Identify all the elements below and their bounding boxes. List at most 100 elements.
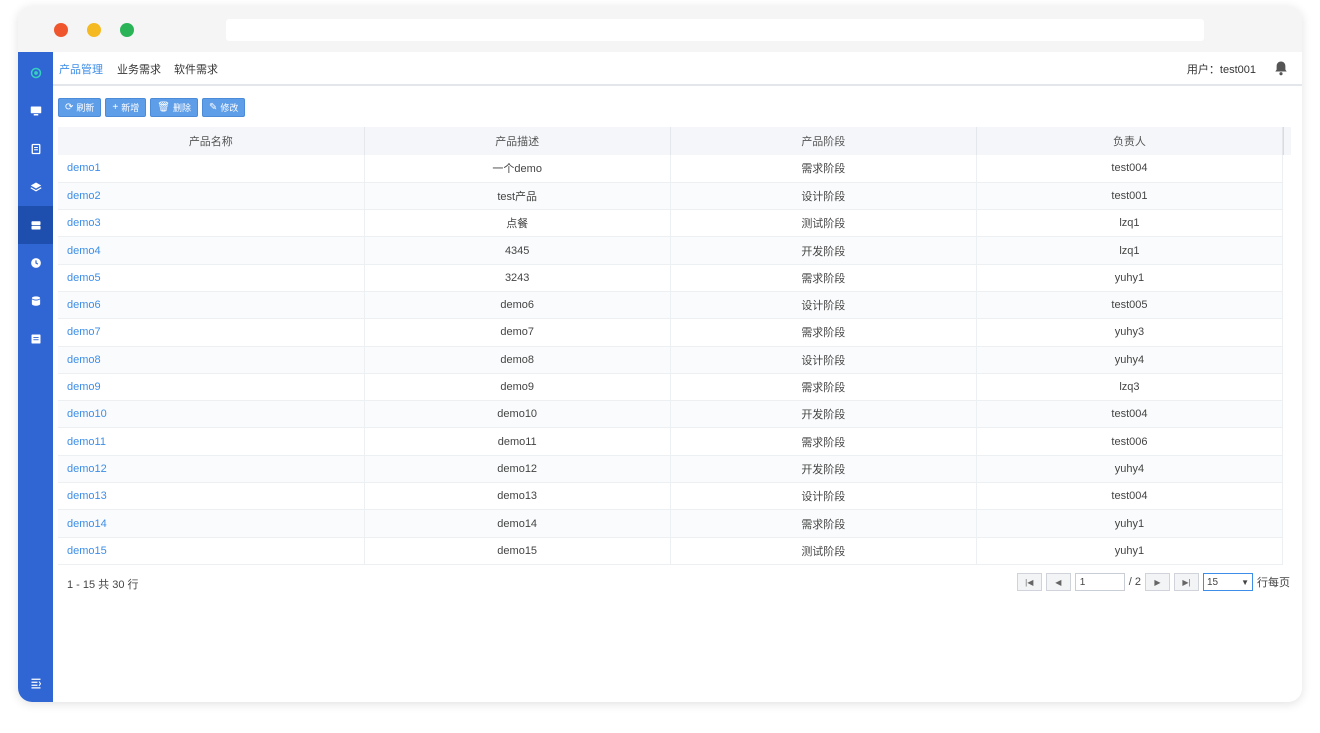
- product-description-cell: 一个demo: [364, 155, 671, 183]
- product-name-link[interactable]: demo6: [58, 291, 365, 320]
- product-name-link[interactable]: demo14: [58, 509, 365, 538]
- minimize-window-dot[interactable]: [87, 23, 101, 37]
- column-header-product-stage[interactable]: 产品阶段: [670, 127, 977, 155]
- main-panel: 产品管理 业务需求 软件需求 用户：test001 ⟳ 刷新 + 新增 🗑 删除: [53, 52, 1302, 702]
- product-description-cell: demo8: [364, 346, 671, 374]
- product-stage-cell: 设计阶段: [670, 182, 977, 211]
- product-name-link[interactable]: demo5: [58, 264, 365, 292]
- owner-cell: test005: [976, 291, 1284, 320]
- tab-product-management[interactable]: 产品管理: [59, 61, 103, 77]
- table-row[interactable]: demo11 demo11 需求阶段 test006: [58, 427, 1284, 456]
- refresh-button[interactable]: ⟳ 刷新: [58, 98, 102, 117]
- top-nav: 产品管理 业务需求 软件需求 用户：test001: [53, 52, 1302, 86]
- table-row[interactable]: demo3 点餐 测试阶段 lzq1: [58, 209, 1284, 238]
- product-stage-cell: 需求阶段: [670, 155, 977, 183]
- address-bar[interactable]: [226, 19, 1204, 41]
- next-page-icon: ▶: [1154, 577, 1161, 587]
- product-name-link[interactable]: demo15: [58, 537, 365, 565]
- table-row[interactable]: demo10 demo10 开发阶段 test004: [58, 400, 1284, 429]
- owner-cell: yuhy4: [976, 455, 1284, 484]
- page-size-select[interactable]: 15 ▼: [1203, 573, 1253, 591]
- next-page-button[interactable]: ▶: [1145, 573, 1170, 591]
- monitor-icon[interactable]: [18, 92, 53, 130]
- table-row[interactable]: demo13 demo13 设计阶段 test004: [58, 482, 1284, 511]
- owner-cell: lzq1: [976, 236, 1284, 265]
- table-row[interactable]: demo8 demo8 设计阶段 yuhy4: [58, 346, 1284, 374]
- product-name-link[interactable]: demo9: [58, 373, 365, 402]
- product-stage-cell: 需求阶段: [670, 509, 977, 538]
- column-header-owner[interactable]: 负责人: [976, 127, 1284, 155]
- table-row[interactable]: demo4 4345 开发阶段 lzq1: [58, 236, 1284, 265]
- tab-business-requirements[interactable]: 业务需求: [117, 61, 161, 77]
- product-stage-cell: 设计阶段: [670, 346, 977, 374]
- product-stage-cell: 需求阶段: [670, 264, 977, 292]
- product-name-link[interactable]: demo11: [58, 427, 365, 456]
- total-pages-label: / 2: [1128, 576, 1141, 588]
- owner-cell: test004: [976, 482, 1284, 511]
- product-name-link[interactable]: demo12: [58, 455, 365, 484]
- chevron-down-icon: ▼: [1241, 577, 1249, 587]
- last-page-icon: ▶|: [1182, 577, 1191, 587]
- column-header-product-description[interactable]: 产品描述: [364, 127, 671, 155]
- product-stage-cell: 需求阶段: [670, 318, 977, 347]
- first-page-button[interactable]: |◀: [1016, 573, 1042, 591]
- browser-window: 产品管理 业务需求 软件需求 用户：test001 ⟳ 刷新 + 新增 🗑 删除: [18, 6, 1302, 702]
- table-row[interactable]: demo12 demo12 开发阶段 yuhy4: [58, 455, 1284, 484]
- tab-software-requirements[interactable]: 软件需求: [174, 61, 218, 77]
- collapse-menu-icon[interactable]: [18, 664, 53, 702]
- owner-cell: test004: [976, 400, 1284, 429]
- page-size-value: 15: [1207, 576, 1219, 588]
- product-name-link[interactable]: demo2: [58, 182, 365, 211]
- column-header-product-name[interactable]: 产品名称: [58, 127, 365, 155]
- product-name-link[interactable]: demo13: [58, 482, 365, 511]
- product-stage-cell: 开发阶段: [670, 400, 977, 429]
- table-row[interactable]: demo7 demo7 需求阶段 yuhy3: [58, 318, 1284, 347]
- table-scrollbar[interactable]: [1283, 127, 1291, 155]
- maximize-window-dot[interactable]: [120, 23, 134, 37]
- product-name-link[interactable]: demo10: [58, 400, 365, 429]
- product-name-link[interactable]: demo3: [58, 209, 365, 238]
- edit-icon: ✎: [208, 101, 218, 113]
- product-name-link[interactable]: demo7: [58, 318, 365, 347]
- list-icon[interactable]: [18, 320, 53, 358]
- product-description-cell: demo6: [364, 291, 671, 320]
- toolbar: ⟳ 刷新 + 新增 🗑 删除 ✎ 修改: [58, 98, 246, 117]
- table-row[interactable]: demo6 demo6 设计阶段 test005: [58, 291, 1284, 320]
- owner-cell: test001: [976, 182, 1284, 211]
- table-row[interactable]: demo14 demo14 需求阶段 yuhy1: [58, 509, 1284, 538]
- database-icon[interactable]: [18, 282, 53, 320]
- last-page-button[interactable]: ▶|: [1174, 573, 1199, 591]
- close-window-dot[interactable]: [54, 23, 68, 37]
- product-name-link[interactable]: demo8: [58, 346, 365, 374]
- layers-icon[interactable]: [18, 168, 53, 206]
- table-row[interactable]: demo9 demo9 需求阶段 lzq3: [58, 373, 1284, 402]
- product-description-cell: 3243: [364, 264, 671, 292]
- prev-page-button[interactable]: ◀: [1045, 573, 1071, 591]
- owner-cell: yuhy3: [976, 318, 1284, 347]
- owner-cell: yuhy1: [976, 264, 1284, 292]
- table-row[interactable]: demo1 一个demo 需求阶段 test004: [58, 155, 1284, 183]
- product-table-container: 产品名称 产品描述 产品阶段 负责人 demo1 一个demo 需求阶段 test00…: [58, 127, 1291, 565]
- add-button[interactable]: + 新增: [105, 98, 147, 117]
- table-row[interactable]: demo2 test产品 设计阶段 test001: [58, 182, 1284, 211]
- document-icon[interactable]: [18, 130, 53, 168]
- product-icon[interactable]: [18, 206, 53, 244]
- edit-button[interactable]: ✎ 修改: [201, 98, 246, 117]
- pagination: |◀ ◀ / 2 ▶ ▶| 15 ▼ 行每页: [1016, 573, 1290, 591]
- product-stage-cell: 设计阶段: [670, 482, 977, 511]
- page-number-input[interactable]: [1074, 573, 1125, 591]
- table-row[interactable]: demo15 demo15 测试阶段 yuhy1: [58, 537, 1284, 565]
- delete-button[interactable]: 🗑 删除: [150, 98, 198, 117]
- table-row[interactable]: demo5 3243 需求阶段 yuhy1: [58, 264, 1284, 292]
- product-description-cell: 4345: [364, 236, 671, 265]
- app-logo-icon[interactable]: [18, 54, 53, 92]
- product-description-cell: demo11: [364, 427, 671, 456]
- table-header-row: 产品名称 产品描述 产品阶段 负责人: [58, 127, 1284, 155]
- clock-icon[interactable]: [18, 244, 53, 282]
- product-stage-cell: 测试阶段: [670, 537, 977, 565]
- product-description-cell: 点餐: [364, 209, 671, 238]
- product-name-link[interactable]: demo4: [58, 236, 365, 265]
- bell-icon[interactable]: [1274, 60, 1288, 76]
- product-description-cell: demo14: [364, 509, 671, 538]
- product-name-link[interactable]: demo1: [58, 155, 365, 183]
